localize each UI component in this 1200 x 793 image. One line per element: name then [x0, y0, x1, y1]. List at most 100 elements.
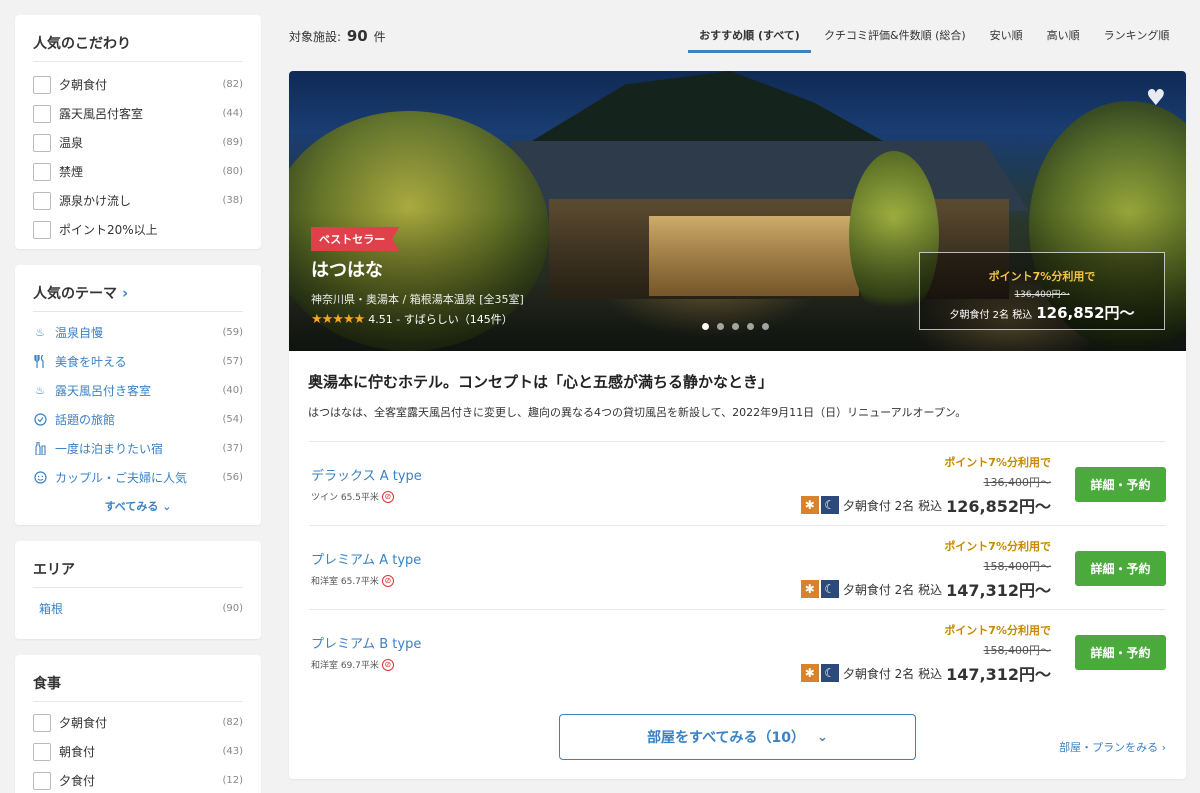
checkbox[interactable] — [33, 162, 51, 181]
no-smoking-icon: ⊘ — [381, 658, 394, 671]
theme-link[interactable]: 話題の旅館 (54) — [15, 405, 261, 434]
room-price: ポイント7%分利用で 158,400円〜 ✱ ☾ 夕朝食付 2名 税込 147,312… — [800, 538, 1052, 601]
breakfast-icon: ✱ — [800, 580, 819, 598]
star-rating-icon: ★★★★★ — [311, 311, 365, 327]
filter-count: (82) — [222, 79, 243, 90]
room-info: 和洋室 69.7平米 ⊘ — [311, 658, 394, 671]
filter-checkbox-row[interactable]: ポイント20%以上 — [15, 215, 261, 244]
old-price: 136,400円〜 — [983, 476, 1052, 489]
hero-price-box: ポイント7%分利用で 136,400円〜 夕朝食付 2名 税込 126,852円〜 — [919, 252, 1165, 330]
tax-text: 税込 — [918, 498, 943, 513]
filter-label: 源泉かけ流し — [59, 194, 132, 208]
price-value: 147,312円〜 — [946, 665, 1051, 684]
old-price: 158,400円〜 — [983, 560, 1052, 573]
theme-label: カップル・ご夫婦に人気 — [55, 471, 188, 485]
bestseller-badge: ベストセラー — [311, 227, 400, 251]
theme-link[interactable]: ♨ 露天風呂付き客室 (40) — [15, 376, 261, 405]
hot-spring-icon: ♨ — [35, 326, 45, 339]
see-all-label: すべてみる — [104, 500, 159, 513]
filter-count: (44) — [222, 108, 243, 119]
smile-icon — [33, 471, 47, 485]
carousel-dot[interactable] — [717, 323, 724, 330]
filter-checkbox-row[interactable]: 温泉 (89) — [15, 128, 261, 157]
hotel-location: 神奈川県・奥湯本 / 箱根湯本温泉 [全35室] — [311, 293, 524, 306]
room-name-link[interactable]: デラックス A type — [311, 465, 422, 484]
old-price: 158,400円〜 — [983, 644, 1052, 657]
room-info: 和洋室 65.7平米 ⊘ — [311, 574, 394, 587]
checkbox[interactable] — [33, 713, 51, 732]
no-smoking-icon: ⊘ — [381, 574, 394, 587]
theme-link[interactable]: ♨ 温泉自慢 (59) — [15, 318, 261, 347]
show-all-rooms-button[interactable]: 部屋をすべてみる（10） ⌄ — [559, 714, 916, 760]
room-plan-link[interactable]: 部屋・プランをみる › — [1059, 739, 1166, 755]
filter-label: 温泉 — [59, 136, 84, 150]
area-link[interactable]: 箱根 (90) — [15, 594, 261, 623]
favorite-heart-icon[interactable]: ♥ — [1146, 88, 1170, 110]
room-row: デラックス A type ツイン 65.5平米 ⊘ ポイント7%分利用で 136,… — [309, 442, 1166, 526]
sort-tab-reviews[interactable]: クチコミ評価&件数順 (総合) — [824, 27, 966, 53]
hotel-photo[interactable]: ♥ ベストセラー はつはな 神奈川県・奥湯本 / 箱根湯本温泉 [全35室] ★… — [289, 71, 1186, 351]
filter-theme-card: 人気のテーマ › ♨ 温泉自慢 (59) 美食を叶える (57) ♨ 露天風呂付き客室 (4… — [15, 265, 261, 525]
price-line: 夕朝食付 2名 税込 126,852円〜 — [920, 302, 1164, 323]
filter-count: (82) — [222, 717, 243, 728]
book-button[interactable]: 詳細・予約 — [1075, 551, 1166, 586]
breakfast-icon: ✱ — [800, 496, 819, 514]
hotel-card: ♥ ベストセラー はつはな 神奈川県・奥湯本 / 箱根湯本温泉 [全35室] ★… — [289, 71, 1186, 779]
bottle-icon — [33, 442, 47, 456]
room-name-link[interactable]: プレミアム B type — [311, 633, 421, 652]
book-button[interactable]: 詳細・予約 — [1075, 635, 1166, 670]
carousel-dot[interactable] — [747, 323, 754, 330]
checkbox[interactable] — [33, 220, 51, 239]
filter-checkbox-row[interactable]: 夕朝食付 (82) — [15, 70, 261, 99]
hotel-description: 奥湯本に佇むホテル。コンセプトは「心と五感が満ちる静かなとき」 はつはなは、全客… — [289, 351, 1186, 420]
filter-label: 露天風呂付客室 — [59, 107, 144, 121]
filter-checkbox-row[interactable]: 夕朝食付 (82) — [15, 708, 261, 737]
meal-text: 夕朝食付 2名 — [842, 582, 915, 597]
tax-text: 税込 — [918, 582, 943, 597]
sort-tab-cheapest[interactable]: 安い順 — [990, 27, 1023, 53]
sort-tab-recommended[interactable]: おすすめ順 (すべて) — [688, 27, 811, 53]
checkbox[interactable] — [33, 191, 51, 210]
filter-checkbox-row[interactable]: 禁煙 (80) — [15, 157, 261, 186]
dinner-icon: ☾ — [820, 580, 839, 598]
theme-count: (54) — [222, 414, 243, 425]
checkbox[interactable] — [33, 771, 51, 790]
carousel-dot[interactable] — [762, 323, 769, 330]
checkbox[interactable] — [33, 133, 51, 152]
filter-checkbox-row[interactable]: 源泉かけ流し (38) — [15, 186, 261, 215]
room-price: ポイント7%分利用で 158,400円〜 ✱ ☾ 夕朝食付 2名 税込 147,312… — [800, 622, 1052, 685]
checkbox[interactable] — [33, 104, 51, 123]
cutlery-icon — [33, 355, 47, 369]
price-value: 126,852円〜 — [1036, 304, 1135, 322]
filter-area-card: エリア 箱根 (90) — [15, 541, 261, 639]
checkbox[interactable] — [33, 75, 51, 94]
theme-see-all-link[interactable]: すべてみる ⌄ — [15, 492, 261, 514]
carousel-dot[interactable] — [702, 323, 709, 330]
filter-checkbox-row[interactable]: 露天風呂付客室 (44) — [15, 99, 261, 128]
filter-theme-title[interactable]: 人気のテーマ › — [33, 265, 243, 312]
checkbox[interactable] — [33, 742, 51, 761]
theme-count: (40) — [222, 385, 243, 396]
price-value: 147,312円〜 — [946, 581, 1051, 600]
filter-meal-card: 食事 夕朝食付 (82) 朝食付 (43) 夕食付 (12) — [15, 655, 261, 793]
filter-checkbox-row[interactable]: 朝食付 (43) — [15, 737, 261, 766]
filter-checkbox-row[interactable]: 夕食付 (12) — [15, 766, 261, 793]
sort-tab-expensive[interactable]: 高い順 — [1047, 27, 1080, 53]
old-price: 136,400円〜 — [1014, 290, 1070, 300]
sort-tabs: おすすめ順 (すべて) クチコミ評価&件数順 (総合) 安い順 高い順 ランキン… — [688, 27, 1169, 53]
area-label: 箱根 — [39, 602, 64, 616]
filter-label: ポイント20%以上 — [59, 223, 158, 237]
theme-link[interactable]: 一度は泊まりたい宿 (37) — [15, 434, 261, 463]
hotel-name[interactable]: はつはな — [311, 256, 383, 282]
theme-link[interactable]: カップル・ご夫婦に人気 (56) — [15, 463, 261, 492]
theme-link[interactable]: 美食を叶える (57) — [15, 347, 261, 376]
point-text: ポイント7%分利用で — [944, 456, 1051, 469]
sort-tab-ranking[interactable]: ランキング順 — [1104, 27, 1170, 53]
carousel-dot[interactable] — [732, 323, 739, 330]
room-name-link[interactable]: プレミアム A type — [311, 549, 421, 568]
rating-text: 4.51 - すばらしい（145件） — [368, 313, 513, 326]
meal-text: 夕朝食付 2名 — [949, 310, 1010, 321]
room-row: プレミアム A type 和洋室 65.7平米 ⊘ ポイント7%分利用で 158,… — [309, 526, 1166, 610]
room-info: ツイン 65.5平米 ⊘ — [311, 490, 394, 503]
book-button[interactable]: 詳細・予約 — [1075, 467, 1166, 502]
